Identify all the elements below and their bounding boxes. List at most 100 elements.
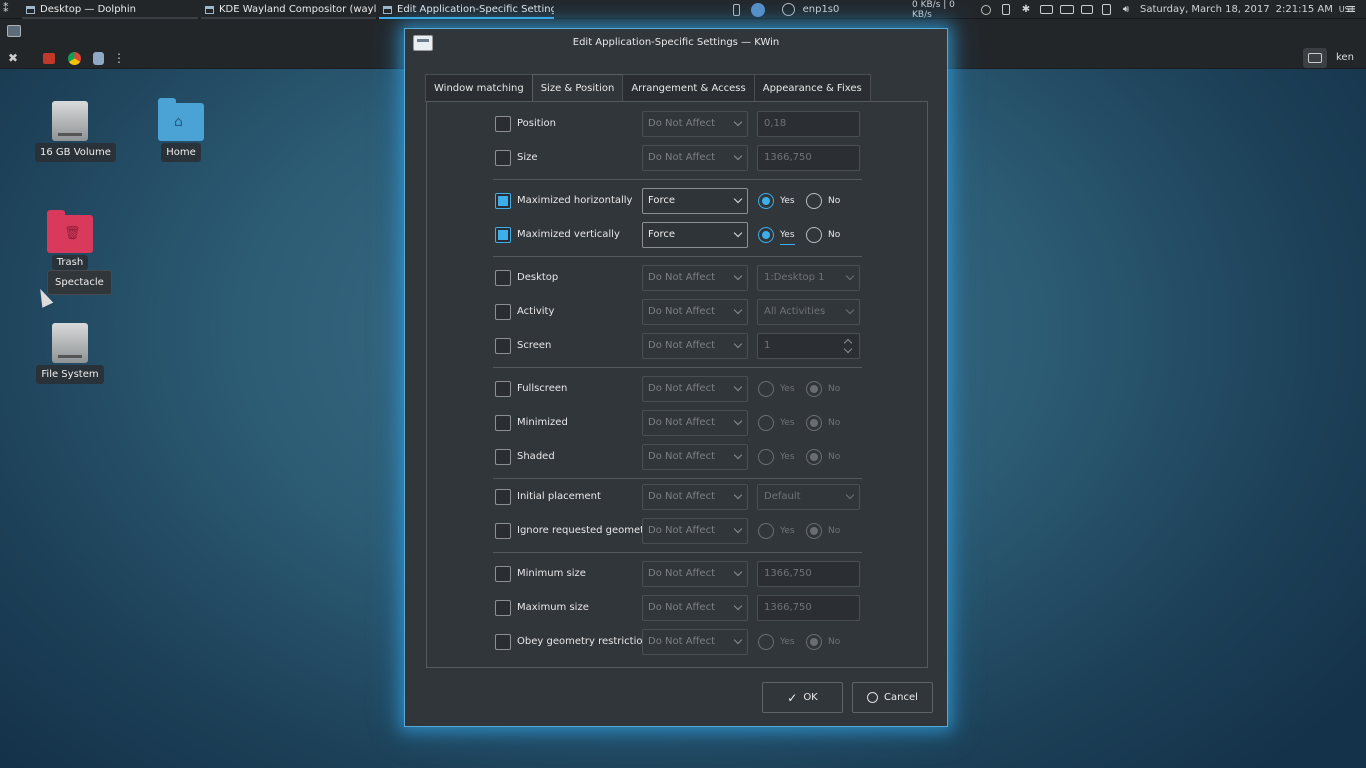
database-icon[interactable] <box>93 52 104 65</box>
terminal-icon[interactable] <box>43 53 55 64</box>
pager-icon[interactable]: ✖ <box>8 52 24 65</box>
screen-spinbox[interactable]: 1 <box>757 333 860 359</box>
ignore-geometry-checkbox[interactable] <box>495 523 511 539</box>
settings-panel: Position Do Not Affect 0,18 Size Do Not … <box>426 101 928 668</box>
screen-checkbox[interactable] <box>495 338 511 354</box>
storage-icon[interactable] <box>1100 2 1112 17</box>
yes-radio[interactable] <box>758 415 774 431</box>
task-kwin-compositor[interactable]: KDE Wayland Compositor (waylan··· <box>201 0 376 19</box>
no-label: No <box>828 418 841 428</box>
yes-radio[interactable] <box>758 193 774 209</box>
maximum-size-policy-combo[interactable]: Do Not Affect <box>642 595 748 621</box>
activity-checkbox[interactable] <box>495 304 511 320</box>
tab-appearance-fixes[interactable]: Appearance & Fixes <box>753 74 871 102</box>
initial-placement-policy-combo[interactable]: Do Not Affect <box>642 484 748 510</box>
ok-button[interactable]: ✓ OK <box>762 682 843 713</box>
task-dolphin[interactable]: Desktop — Dolphin <box>22 0 198 19</box>
yes-radio[interactable] <box>758 227 774 243</box>
maximum-size-input[interactable]: 1366,750 <box>757 595 860 621</box>
chrome-icon[interactable] <box>68 52 81 65</box>
desktop-icon-file-system[interactable]: File System <box>35 323 105 384</box>
no-radio[interactable] <box>806 415 822 431</box>
desktop-icon-trash[interactable]: 🗑︎ Trash <box>35 210 105 270</box>
desktop-policy-combo[interactable]: Do Not Affect <box>642 265 748 291</box>
initial-placement-value-combo[interactable]: Default <box>757 484 860 510</box>
dialog-title[interactable]: Edit Application-Specific Settings — KWi… <box>405 29 947 57</box>
app-launcher-icon[interactable]: ⁑ <box>3 3 15 15</box>
obey-geometry-checkbox[interactable] <box>495 634 511 650</box>
screen-policy-combo[interactable]: Do Not Affect <box>642 333 748 359</box>
tab-arrangement-access[interactable]: Arrangement & Access <box>622 74 755 102</box>
no-radio[interactable] <box>806 523 822 539</box>
no-radio[interactable] <box>806 449 822 465</box>
more-icon[interactable]: ⋮ <box>113 51 125 65</box>
activity-policy-combo[interactable]: Do Not Affect <box>642 299 748 325</box>
yes-label: Yes <box>780 384 795 394</box>
ignore-geometry-policy-combo[interactable]: Do Not Affect <box>642 518 748 544</box>
fullscreen-policy-combo[interactable]: Do Not Affect <box>642 376 748 402</box>
network-status-icon[interactable] <box>780 2 797 17</box>
no-radio[interactable] <box>806 227 822 243</box>
minimized-checkbox[interactable] <box>495 415 511 431</box>
size-policy-combo[interactable]: Do Not Affect <box>642 145 748 171</box>
phone-icon[interactable] <box>731 2 741 17</box>
yes-radio[interactable] <box>758 449 774 465</box>
shaded-checkbox[interactable] <box>495 449 511 465</box>
minimum-size-checkbox[interactable] <box>495 566 511 582</box>
position-checkbox[interactable] <box>495 116 511 132</box>
maximized-horizontally-policy-combo[interactable]: Force <box>642 188 748 214</box>
ok-label: OK <box>803 692 818 703</box>
size-checkbox[interactable] <box>495 150 511 166</box>
desktop-value-combo[interactable]: 1:Desktop 1 <box>757 265 860 291</box>
task-label: Edit Application-Specific Settings ··· <box>397 4 554 15</box>
cancel-label: Cancel <box>884 692 918 703</box>
user-name[interactable]: ken <box>1336 52 1354 63</box>
desktop-icon-16gb-volume[interactable]: 16 GB Volume <box>35 101 116 162</box>
fullscreen-checkbox[interactable] <box>495 381 511 397</box>
maximized-vertically-checkbox[interactable] <box>495 227 511 243</box>
activity-value-combo[interactable]: All Activities <box>757 299 860 325</box>
keyboard-layout-icon[interactable] <box>1303 48 1327 68</box>
yes-label: Yes <box>780 526 795 536</box>
yes-radio[interactable] <box>758 523 774 539</box>
cancel-button[interactable]: Cancel <box>852 682 933 713</box>
keyboard-icon[interactable] <box>1039 2 1053 17</box>
minimized-policy-combo[interactable]: Do Not Affect <box>642 410 748 436</box>
show-desktop-icon[interactable] <box>7 25 21 37</box>
clock[interactable]: Saturday, March 18, 2017 2:21:15 AM UST <box>1140 2 1355 17</box>
no-radio[interactable] <box>806 193 822 209</box>
battery-icon[interactable] <box>1059 2 1075 17</box>
size-input[interactable]: 1366,750 <box>757 145 860 171</box>
desktop-checkbox[interactable] <box>495 270 511 286</box>
desktop-icon-home[interactable]: ⌂ Home <box>146 98 216 162</box>
no-radio[interactable] <box>806 634 822 650</box>
lock-icon[interactable] <box>1000 2 1012 17</box>
display-icon[interactable] <box>1080 2 1094 17</box>
desktop-icon-label: 16 GB Volume <box>35 143 116 162</box>
yes-radio[interactable] <box>758 634 774 650</box>
menu-icon[interactable]: ≡ <box>1344 2 1358 17</box>
update-icon[interactable] <box>749 2 766 17</box>
position-input[interactable]: 0,18 <box>757 111 860 137</box>
position-policy-combo[interactable]: Do Not Affect <box>642 111 748 137</box>
maximum-size-checkbox[interactable] <box>495 600 511 616</box>
shaded-policy-combo[interactable]: Do Not Affect <box>642 444 748 470</box>
minimum-size-input[interactable]: 1366,750 <box>757 561 860 587</box>
separator <box>493 478 862 479</box>
volume-icon[interactable]: 🔊︎ <box>1119 2 1133 17</box>
info-icon[interactable] <box>980 2 992 17</box>
bluetooth-icon[interactable]: ✱ <box>1019 2 1033 17</box>
minimum-size-policy-combo[interactable]: Do Not Affect <box>642 561 748 587</box>
maximized-horizontally-checkbox[interactable] <box>495 193 511 209</box>
tab-window-matching[interactable]: Window matching <box>425 74 533 102</box>
initial-placement-checkbox[interactable] <box>495 489 511 505</box>
no-label: No <box>828 526 841 536</box>
task-edit-settings[interactable]: Edit Application-Specific Settings ··· <box>379 0 554 19</box>
row-activity: Activity Do Not Affect All Activities <box>427 299 927 325</box>
no-radio[interactable] <box>806 381 822 397</box>
obey-geometry-policy-combo[interactable]: Do Not Affect <box>642 629 748 655</box>
maximized-vertically-policy-combo[interactable]: Force <box>642 222 748 248</box>
separator <box>493 367 862 368</box>
tab-size-position[interactable]: Size & Position <box>531 74 624 103</box>
yes-radio[interactable] <box>758 381 774 397</box>
